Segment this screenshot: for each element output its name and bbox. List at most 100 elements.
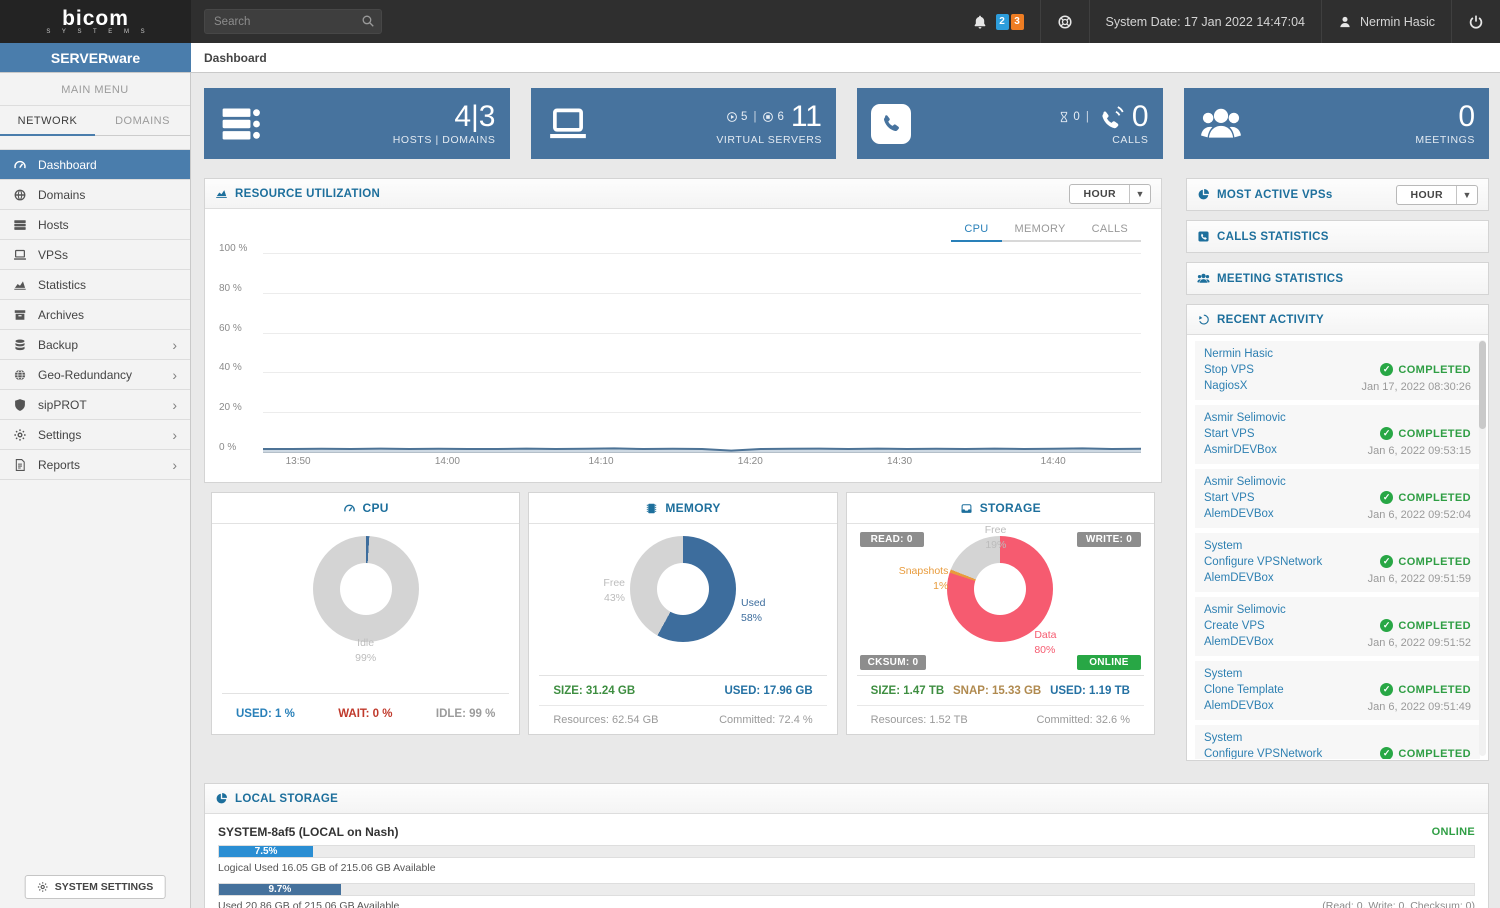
sidebar-item-label: Domains <box>38 188 85 202</box>
sidebar-item-geo-redundancy[interactable]: Geo-Redundancy › <box>0 360 190 390</box>
activity-user: Nermin Hasic <box>1204 346 1471 362</box>
stat-card-meetings[interactable]: 0 MEETINGS <box>1184 88 1490 159</box>
sidebar-item-reports[interactable]: Reports› <box>0 450 190 480</box>
activity-datetime: Jan 6, 2022 09:51:49 <box>1368 701 1471 713</box>
cpu-stats: USED: 1 %WAIT: 0 %IDLE: 99 % <box>222 693 509 734</box>
search-input[interactable] <box>204 9 382 34</box>
sidebar-item-dashboard[interactable]: Dashboard <box>0 150 190 180</box>
system-settings-label: SYSTEM SETTINGS <box>55 881 154 893</box>
resource-period-value[interactable]: HOUR <box>1070 185 1129 203</box>
chart-tabs: CPUMEMORYCALLS <box>219 219 1141 242</box>
chevron-right-icon: › <box>172 400 177 410</box>
activity-item[interactable]: Asmir SelimovicStart VPSAsmirDEVBox✓COMP… <box>1195 405 1480 464</box>
cpu-donut-zone: Idle99% <box>212 524 519 693</box>
pie-icon <box>1197 188 1210 201</box>
phone-ring-icon <box>1099 104 1125 130</box>
meeting-statistics-header[interactable]: MEETING STATISTICS <box>1187 263 1488 294</box>
x-axis: 13:5014:0014:1014:2014:3014:40 <box>263 453 1141 471</box>
most-active-vps-title: MOST ACTIVE VPSs <box>1217 189 1333 201</box>
storage-badge-cksum-0: CKSUM: 0 <box>860 655 927 670</box>
sidebar-item-hosts[interactable]: Hosts <box>0 210 190 240</box>
activity-status-label: COMPLETED <box>1398 748 1471 760</box>
activity-datetime: Jan 17, 2022 08:30:26 <box>1362 381 1471 393</box>
sidebar-item-settings[interactable]: Settings› <box>0 420 190 450</box>
most-active-vps-header[interactable]: MOST ACTIVE VPSs HOUR ▼ <box>1187 179 1488 210</box>
user-menu[interactable]: Nermin Hasic <box>1322 0 1451 43</box>
chevron-right-icon: › <box>172 430 177 440</box>
stat-card-hosts-domains[interactable]: 4|3 HOSTS | DOMAINS <box>204 88 510 159</box>
activity-item[interactable]: SystemClone TemplateAlemDEVBox✓COMPLETED… <box>1195 661 1480 720</box>
sidebar-item-label: Geo-Redundancy <box>38 368 132 382</box>
dashboard-icon <box>343 502 356 515</box>
hosts-icon <box>13 218 27 232</box>
divider: | <box>753 111 756 123</box>
activity-item[interactable]: Asmir SelimovicStart VPSAlemDEVBox✓COMPL… <box>1195 469 1480 528</box>
activity-status: ✓COMPLETED <box>1380 491 1471 504</box>
search-icon[interactable] <box>361 14 375 28</box>
caret-down-icon[interactable]: ▼ <box>1129 185 1150 203</box>
cpu-utilization-line <box>263 254 1141 453</box>
sidebar-tab-domains[interactable]: DOMAINS <box>95 106 190 136</box>
sidebar-item-sipprot[interactable]: sipPROT› <box>0 390 190 420</box>
donut-label: Snapshots1% <box>899 564 949 594</box>
logo-text: bicom <box>62 9 129 29</box>
support-button[interactable] <box>1041 0 1089 43</box>
stat-card-calls[interactable]: 0 | 0 CALLS <box>857 88 1163 159</box>
activity-item[interactable]: Nermin HasicStop VPSNagiosX✓COMPLETEDJan… <box>1195 341 1480 400</box>
resource-utilization-title: RESOURCE UTILIZATION <box>235 188 380 200</box>
activity-status-label: COMPLETED <box>1398 684 1471 696</box>
globe-icon <box>13 368 27 382</box>
main-content: 4|3 HOSTS | DOMAINS 5 | 6 11 <box>191 73 1500 908</box>
activity-item[interactable]: Asmir SelimovicCreate VPSAlemDEVBox✓COMP… <box>1195 597 1480 656</box>
system-settings-button[interactable]: SYSTEM SETTINGS <box>25 875 166 899</box>
storage-card-title: STORAGE <box>980 501 1041 515</box>
vps-period-value[interactable]: HOUR <box>1397 186 1456 204</box>
caret-down-icon[interactable]: ▼ <box>1456 186 1477 204</box>
chevron-right-icon: › <box>172 370 177 380</box>
sidebar-item-backup[interactable]: Backup› <box>0 330 190 360</box>
meeting-users-icon <box>1197 272 1210 285</box>
shield-icon <box>13 398 27 412</box>
user-name: Nermin Hasic <box>1360 15 1435 29</box>
used-fill: 9.7% <box>219 884 341 895</box>
breadcrumb: Dashboard <box>204 51 267 65</box>
calls-statistics-header[interactable]: CALLS STATISTICS <box>1187 221 1488 252</box>
domains-icon <box>13 188 27 202</box>
y-axis-label: 0 % <box>219 442 259 453</box>
recent-activity-header[interactable]: RECENT ACTIVITY <box>1187 305 1488 335</box>
volume-status: ONLINE <box>1432 826 1475 838</box>
scrollbar-thumb[interactable] <box>1479 341 1486 429</box>
activity-item[interactable]: SystemConfigure VPSNetworkAlemDEVBox✓COM… <box>1195 533 1480 592</box>
gear-icon <box>13 428 27 442</box>
activity-status: ✓COMPLETED <box>1380 619 1471 632</box>
activity-status: ✓COMPLETED <box>1380 683 1471 696</box>
resource-utilization-header: RESOURCE UTILIZATION HOUR ▼ <box>205 179 1161 209</box>
user-icon <box>1338 15 1352 29</box>
chart-tab-cpu[interactable]: CPU <box>951 219 1001 242</box>
notification-badge-primary: 2 <box>996 14 1009 30</box>
sidebar-item-statistics[interactable]: Statistics <box>0 270 190 300</box>
logout-button[interactable] <box>1452 0 1500 43</box>
sidebar-item-domains[interactable]: Domains <box>0 180 190 210</box>
donut-substat: Committed: 32.6 % <box>1036 714 1130 726</box>
sidebar-item-label: Statistics <box>38 278 86 292</box>
stat-card-virtual-servers[interactable]: 5 | 6 11 VIRTUAL SERVERS <box>531 88 837 159</box>
chart-tab-memory[interactable]: MEMORY <box>1002 219 1079 242</box>
logical-used-bar: 7.5% <box>218 845 1475 858</box>
sidebar-item-vpss[interactable]: VPSs <box>0 240 190 270</box>
phone-square-icon <box>1197 230 1210 243</box>
hourglass-icon <box>1058 111 1070 123</box>
sidebar-tab-network[interactable]: NETWORK <box>0 106 95 136</box>
vps-period-dropdown[interactable]: HOUR ▼ <box>1396 185 1478 205</box>
used-bar: 9.7% <box>218 883 1475 896</box>
chart-tab-calls[interactable]: CALLS <box>1079 219 1141 242</box>
laptop-icon <box>545 103 591 145</box>
notifications-button[interactable]: 23 <box>956 0 1040 43</box>
activity-item[interactable]: SystemConfigure VPSNetworkAsmirDEVBox✓CO… <box>1195 725 1480 759</box>
x-axis-label: 13:50 <box>286 456 311 467</box>
virtual-servers-label: VIRTUAL SERVERS <box>716 134 822 146</box>
check-circle-icon: ✓ <box>1380 491 1393 504</box>
resource-period-dropdown[interactable]: HOUR ▼ <box>1069 184 1151 204</box>
divider: | <box>1086 111 1089 123</box>
sidebar-item-archives[interactable]: Archives <box>0 300 190 330</box>
